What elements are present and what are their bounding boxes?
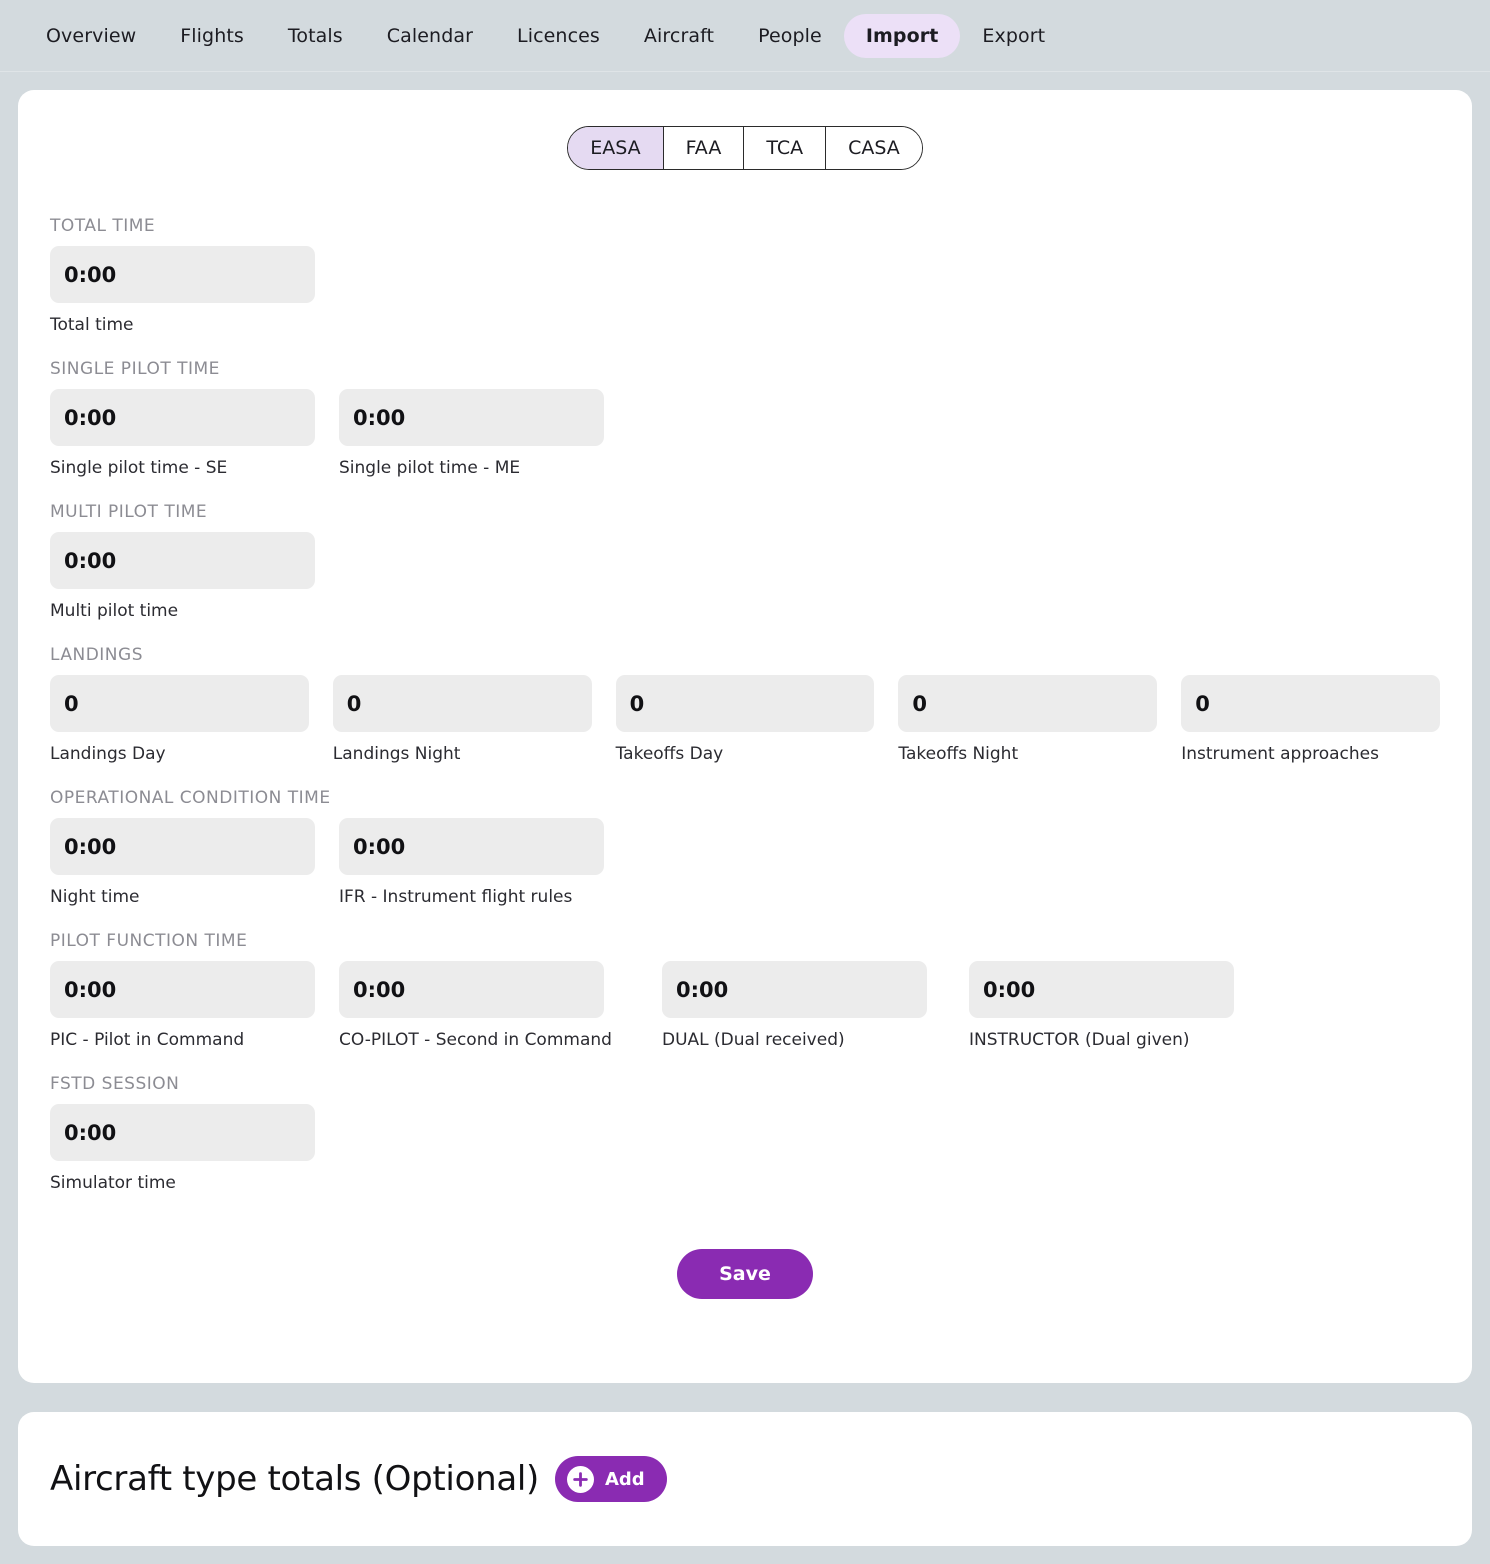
save-button[interactable]: Save — [677, 1249, 813, 1299]
fields-row: Simulator time — [50, 1104, 1440, 1193]
fields-row: Multi pilot time — [50, 532, 1440, 621]
input-takeoffs-day[interactable] — [615, 675, 875, 732]
form-field: Single pilot time - ME — [339, 389, 604, 478]
section-title: SINGLE PILOT TIME — [50, 359, 220, 379]
form-section: FSTD SESSION Simulator time — [50, 1074, 1440, 1193]
nav-item-overview[interactable]: Overview — [24, 14, 158, 58]
field-label: Total time — [50, 315, 134, 335]
form-field: Total time — [50, 246, 315, 335]
input-total-time[interactable] — [50, 246, 315, 303]
field-label: Single pilot time - SE — [50, 458, 228, 478]
input-single-pilot-time-se[interactable] — [50, 389, 315, 446]
standard-selector-wrap: EASA FAA TCA CASA — [50, 126, 1440, 170]
field-label: PIC - Pilot in Command — [50, 1030, 245, 1050]
nav-item-calendar[interactable]: Calendar — [365, 14, 495, 58]
field-label: CO-PILOT - Second in Command — [339, 1030, 612, 1050]
standard-selector[interactable]: EASA FAA TCA CASA — [567, 126, 923, 170]
field-label: Takeoffs Night — [898, 744, 1019, 764]
form-section: OPERATIONAL CONDITION TIME Night time IFR … — [50, 788, 1440, 907]
form-field: IFR - Instrument flight rules — [339, 818, 604, 907]
field-label: Landings Night — [332, 744, 461, 764]
field-label: Night time — [50, 887, 140, 907]
section-title: MULTI PILOT TIME — [50, 502, 208, 522]
segment-casa[interactable]: CASA — [826, 127, 922, 169]
field-label: DUAL (Dual received) — [662, 1030, 845, 1050]
form-field: Instrument approaches — [1181, 675, 1440, 764]
form-section: LANDINGS Landings Day Landings Night Takeof… — [50, 645, 1440, 764]
form-field: INSTRUCTOR (Dual given) — [969, 961, 1234, 1050]
form-field: Night time — [50, 818, 315, 907]
field-label: Takeoffs Day — [615, 744, 724, 764]
field-label: Instrument approaches — [1181, 744, 1379, 764]
segment-faa[interactable]: FAA — [663, 127, 745, 169]
input-instructor-dual-given[interactable] — [969, 961, 1234, 1018]
aircraft-type-totals-title: Aircraft type totals (Optional) — [50, 1459, 539, 1499]
form-field: Takeoffs Day — [615, 675, 875, 764]
add-aircraft-type-button[interactable]: Add — [554, 1456, 667, 1502]
input-pic-pilot-in-command[interactable] — [50, 961, 315, 1018]
section-title: FSTD SESSION — [50, 1074, 180, 1094]
form-field: Landings Night — [332, 675, 592, 764]
field-label: Multi pilot time — [50, 601, 179, 621]
nav-item-flights[interactable]: Flights — [158, 14, 266, 58]
section-title: TOTAL TIME — [50, 216, 156, 236]
form-field: Simulator time — [50, 1104, 315, 1193]
nav-item-totals[interactable]: Totals — [266, 14, 365, 58]
input-ifr-instrument-flight-rules[interactable] — [339, 818, 604, 875]
input-single-pilot-time-me[interactable] — [339, 389, 604, 446]
input-night-time[interactable] — [50, 818, 315, 875]
fields-row: PIC - Pilot in Command CO-PILOT - Second … — [50, 961, 1440, 1050]
field-label: Single pilot time - ME — [339, 458, 521, 478]
form-field: PIC - Pilot in Command — [50, 961, 315, 1050]
segment-tca[interactable]: TCA — [744, 127, 827, 169]
section-title: OPERATIONAL CONDITION TIME — [50, 788, 331, 808]
input-instrument-approaches[interactable] — [1181, 675, 1440, 732]
nav-item-import[interactable]: Import — [843, 13, 961, 58]
fields-row: Single pilot time - SE Single pilot time … — [50, 389, 1440, 478]
nav-item-licences[interactable]: Licences — [495, 14, 622, 58]
plus-circle-icon — [566, 1465, 594, 1493]
section-title: PILOT FUNCTION TIME — [50, 931, 248, 951]
form-section: MULTI PILOT TIME Multi pilot time — [50, 502, 1440, 621]
input-landings-night[interactable] — [332, 675, 592, 732]
form-field: CO-PILOT - Second in Command — [339, 961, 612, 1050]
form-field: Multi pilot time — [50, 532, 315, 621]
form-field: DUAL (Dual received) — [662, 961, 927, 1050]
form-section: TOTAL TIME Total time — [50, 216, 1440, 335]
section-title: LANDINGS — [50, 645, 143, 665]
input-simulator-time[interactable] — [50, 1104, 315, 1161]
form-field: Landings Day — [50, 675, 309, 764]
nav-item-export[interactable]: Export — [960, 14, 1067, 58]
field-label: IFR - Instrument flight rules — [339, 887, 573, 907]
input-multi-pilot-time[interactable] — [50, 532, 315, 589]
aircraft-type-totals-card: Aircraft type totals (Optional) Add — [18, 1412, 1472, 1546]
input-dual-dual-received[interactable] — [662, 961, 927, 1018]
fields-row: Night time IFR - Instrument flight rules — [50, 818, 1440, 907]
form-field: Takeoffs Night — [898, 675, 1158, 764]
segment-easa[interactable]: EASA — [568, 127, 664, 169]
form-field: Single pilot time - SE — [50, 389, 315, 478]
add-button-label: Add — [604, 1468, 645, 1490]
top-navigation-bar: Overview Flights Totals Calendar Licences Air… — [0, 0, 1490, 72]
nav-item-aircraft[interactable]: Aircraft — [622, 14, 736, 58]
input-takeoffs-night[interactable] — [898, 675, 1158, 732]
input-co-pilot-second-in-command[interactable] — [339, 961, 604, 1018]
form-section: PILOT FUNCTION TIME PIC - Pilot in Comman… — [50, 931, 1440, 1050]
fields-row: Landings Day Landings Night Takeoffs Day Ta… — [50, 675, 1440, 764]
fields-row: Total time — [50, 246, 1440, 335]
field-label: Simulator time — [50, 1173, 176, 1193]
field-label: INSTRUCTOR (Dual given) — [969, 1030, 1190, 1050]
input-landings-day[interactable] — [50, 675, 309, 732]
save-button-wrap: Save — [50, 1249, 1440, 1299]
totals-form-card: EASAFAATCACASA TOTAL TIME Total time SINGL… — [18, 90, 1472, 1383]
nav-item-people[interactable]: People — [736, 14, 844, 58]
form-section: SINGLE PILOT TIMESingle pilot time - SES… — [50, 359, 1440, 478]
totals-form-sections: TOTAL TIME Total time SINGLE PILOT TIME Sin… — [50, 216, 1440, 1193]
field-label: Landings Day — [50, 744, 166, 764]
